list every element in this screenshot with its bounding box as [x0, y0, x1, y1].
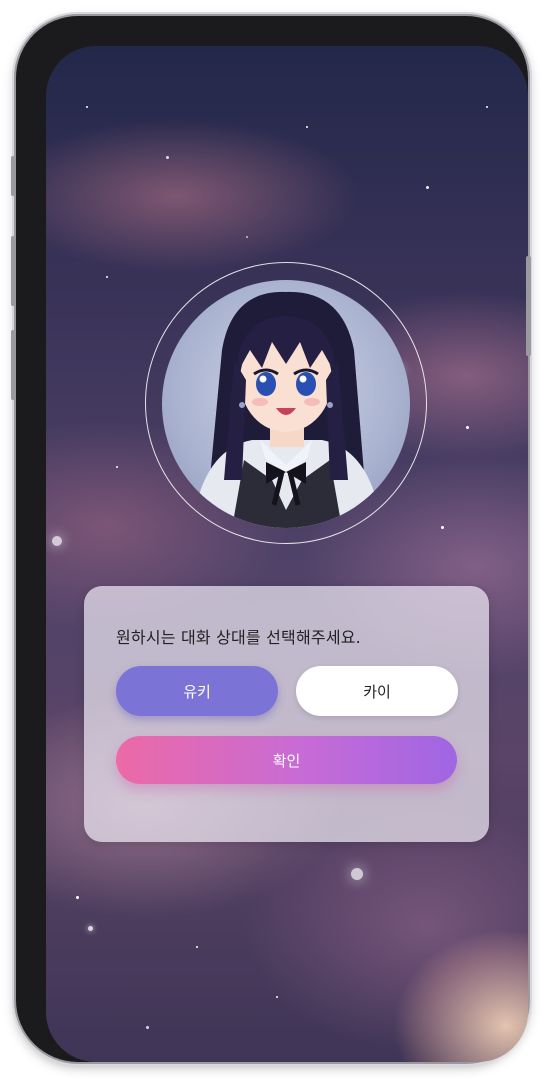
star [196, 946, 198, 948]
star [106, 276, 108, 278]
star [246, 236, 248, 238]
star [426, 186, 429, 189]
option-kai-button[interactable]: 카이 [296, 666, 458, 716]
star [276, 996, 278, 998]
star [166, 156, 169, 159]
star [441, 526, 444, 529]
option-kai-label: 카이 [363, 682, 391, 701]
star [86, 106, 88, 108]
phone-frame: 원하시는 대화 상대를 선택해주세요. 유키 카이 확인 [16, 16, 528, 1062]
star [486, 106, 488, 108]
partner-selection-card: 원하시는 대화 상대를 선택해주세요. 유키 카이 확인 [84, 586, 489, 842]
star [466, 426, 469, 429]
anime-girl-avatar-icon [192, 291, 382, 528]
star [76, 896, 79, 899]
power-button [526, 256, 531, 356]
star [88, 926, 93, 931]
volume-up-button [11, 236, 16, 306]
app-screen: 원하시는 대화 상대를 선택해주세요. 유키 카이 확인 [46, 46, 528, 1062]
volume-down-button [11, 330, 16, 400]
star [306, 126, 308, 128]
star [52, 536, 62, 546]
star [146, 1026, 149, 1029]
avatar [162, 280, 410, 528]
star [116, 466, 118, 468]
mute-switch [11, 156, 16, 196]
option-yuki-button[interactable]: 유키 [116, 666, 278, 716]
selection-prompt: 원하시는 대화 상대를 선택해주세요. [116, 628, 361, 647]
confirm-label: 확인 [272, 751, 301, 770]
confirm-button[interactable]: 확인 [116, 736, 457, 784]
option-yuki-label: 유키 [183, 682, 211, 701]
star [351, 868, 363, 880]
